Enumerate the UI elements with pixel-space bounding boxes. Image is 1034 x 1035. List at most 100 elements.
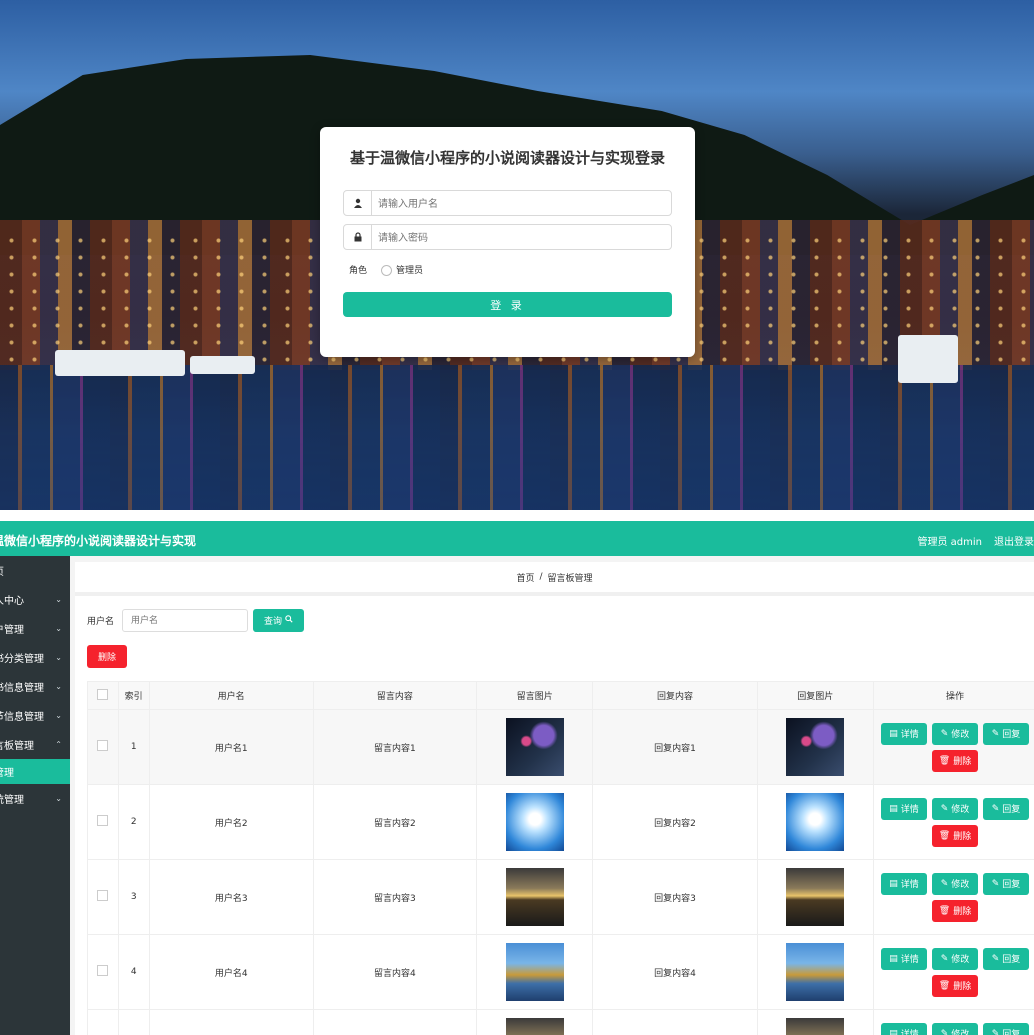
sidebar-item[interactable]: 言板管理 ⌃ <box>0 730 70 759</box>
message-image[interactable] <box>505 1018 564 1035</box>
select-all-checkbox[interactable] <box>97 688 109 700</box>
row-checkbox[interactable] <box>97 890 109 901</box>
reply-image[interactable] <box>786 793 845 851</box>
column-header: 留言内容 <box>312 681 478 710</box>
reply-image[interactable] <box>786 718 845 776</box>
reply-image[interactable] <box>786 1018 845 1035</box>
content-cell: 留言内容2 <box>312 784 478 860</box>
delete-button[interactable]: 🗑 删除 <box>932 749 978 772</box>
search-button[interactable]: 查询 <box>253 609 305 632</box>
breadcrumb-separator: / <box>539 572 543 582</box>
column-header: 索引 <box>117 681 150 710</box>
app-title: 温微信小程序的小说阅读器设计与实现 <box>0 534 197 548</box>
search-row: 用户名 查询 <box>87 609 305 632</box>
row-select-cell <box>87 859 119 935</box>
detail-button[interactable]: ▤ 详情 <box>881 1022 927 1035</box>
reply-image-cell <box>756 859 875 935</box>
reply-image-cell <box>756 934 875 1010</box>
message-image-cell <box>476 1009 594 1035</box>
row-select-cell <box>87 1009 119 1035</box>
select-all-header <box>87 681 119 710</box>
sidebar-item[interactable]: 人中心 ⌄ <box>0 585 70 614</box>
sidebar-item[interactable]: 书信息管理 ⌄ <box>0 672 70 701</box>
row-checkbox[interactable] <box>97 815 109 826</box>
password-input[interactable] <box>376 228 660 248</box>
reply-cell: 回复内容3 <box>592 859 758 935</box>
reply-image[interactable] <box>786 943 845 1001</box>
message-image[interactable] <box>505 793 564 851</box>
bulk-delete-button[interactable]: 删除 <box>87 645 127 668</box>
reply-button[interactable]: ✎ 回复 <box>983 947 1029 970</box>
sidebar-item[interactable]: 书分类管理 ⌄ <box>0 643 70 672</box>
message-image[interactable] <box>505 943 564 1001</box>
edit-icon: ✎ <box>940 878 949 889</box>
row-select-cell <box>87 709 119 785</box>
username-field[interactable] <box>343 190 672 216</box>
breadcrumb-home[interactable]: 首页 <box>516 571 534 584</box>
reply-image[interactable] <box>786 868 845 926</box>
message-image[interactable] <box>505 868 564 926</box>
column-header: 回复图片 <box>756 681 875 710</box>
index-cell: 4 <box>117 934 150 1010</box>
chevron-icon: ⌄ <box>55 682 62 691</box>
reply-cell: 回复内容1 <box>592 709 758 785</box>
login-background: 基于温微信小程序的小说阅读器设计与实现登录 角色 管理员 登 录 <box>0 0 1034 510</box>
sidebar-item[interactable]: 管理 <box>0 759 70 784</box>
reply-icon: ✎ <box>991 803 1000 814</box>
reply-button[interactable]: ✎ 回复 <box>983 722 1029 745</box>
edit-button[interactable]: ✎ 修改 <box>932 947 978 970</box>
index-cell: 2 <box>117 784 150 860</box>
edit-button[interactable]: ✎ 修改 <box>932 1022 978 1035</box>
chevron-icon: ⌄ <box>55 794 62 803</box>
sidebar-item[interactable]: 户管理 ⌄ <box>0 614 70 643</box>
delete-button[interactable]: 🗑 删除 <box>932 974 978 997</box>
message-image-cell <box>476 709 594 785</box>
login-button[interactable]: 登 录 <box>343 292 672 317</box>
radio-icon[interactable] <box>381 265 393 276</box>
row-checkbox[interactable] <box>97 965 109 976</box>
content-cell: 留言内容3 <box>312 859 478 935</box>
reply-image-cell <box>756 1009 875 1035</box>
lock-icon <box>344 225 372 249</box>
column-header: 回复内容 <box>592 681 758 710</box>
chevron-icon: ⌃ <box>55 740 62 749</box>
role-option-admin[interactable]: 管理员 <box>381 263 423 276</box>
detail-button[interactable]: ▤ 详情 <box>881 722 927 745</box>
edit-button[interactable]: ✎ 修改 <box>932 722 978 745</box>
actions-cell: ▤详情✎修改✎回复🗑删除 <box>873 1009 1034 1035</box>
delete-button[interactable]: 🗑 删除 <box>932 824 978 847</box>
column-header: 留言图片 <box>476 681 594 710</box>
detail-icon: ▤ <box>889 953 898 964</box>
column-header: 操作 <box>873 681 1034 710</box>
detail-button[interactable]: ▤ 详情 <box>881 947 927 970</box>
reply-button[interactable]: ✎ 回复 <box>983 872 1029 895</box>
edit-icon: ✎ <box>940 803 949 814</box>
row-checkbox[interactable] <box>97 740 109 751</box>
detail-button[interactable]: ▤ 详情 <box>881 872 927 895</box>
chevron-icon: ⌄ <box>55 624 62 633</box>
user-icon <box>344 191 372 215</box>
detail-button[interactable]: ▤ 详情 <box>881 797 927 820</box>
message-image-cell <box>476 859 594 935</box>
username-input[interactable] <box>376 194 660 214</box>
password-field[interactable] <box>343 224 672 250</box>
sidebar-item-label: 节信息管理 <box>0 712 44 723</box>
table-header-row: 索引 用户名 留言内容 留言图片 回复内容 回复图片 操作 <box>87 681 1034 710</box>
edit-button[interactable]: ✎ 修改 <box>932 872 978 895</box>
sidebar-item[interactable]: 页 <box>0 556 70 585</box>
breadcrumb-current: 留言板管理 <box>547 573 593 584</box>
reply-button[interactable]: ✎ 回复 <box>983 1022 1029 1035</box>
logout-link[interactable]: 退出登录 <box>994 533 1034 548</box>
background-boat <box>190 356 255 374</box>
search-input[interactable] <box>122 609 249 632</box>
reply-button[interactable]: ✎ 回复 <box>983 797 1029 820</box>
role-label: 角色 <box>349 266 368 276</box>
edit-button[interactable]: ✎ 修改 <box>932 797 978 820</box>
search-icon <box>285 615 293 626</box>
delete-button[interactable]: 🗑 删除 <box>932 899 978 922</box>
reply-cell: 回复内容2 <box>592 784 758 860</box>
sidebar-item[interactable]: 节信息管理 ⌄ <box>0 701 70 730</box>
sidebar-item-label: 书分类管理 <box>0 654 44 665</box>
message-image[interactable] <box>505 718 564 776</box>
sidebar-item[interactable]: 统管理 ⌄ <box>0 784 70 813</box>
